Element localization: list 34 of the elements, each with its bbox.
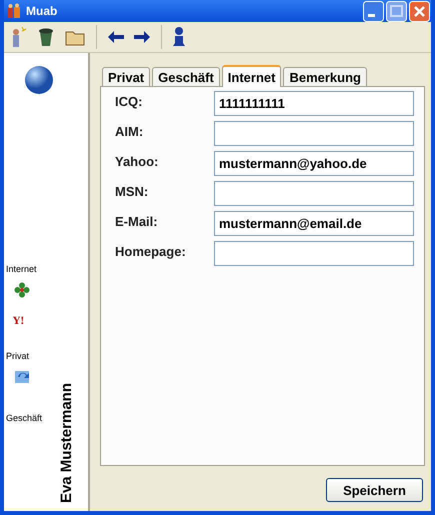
flower-icon[interactable] (14, 282, 30, 298)
field-label: Yahoo: (115, 153, 160, 169)
contact-name: Eva Mustermann (58, 382, 75, 503)
input-field[interactable]: mustermann@email.de (214, 211, 414, 236)
input-field[interactable] (214, 121, 414, 146)
field-label: MSN: (115, 183, 150, 199)
sidebar-label: Internet (6, 264, 37, 274)
field-label: Homepage: (115, 243, 187, 259)
sidebar-label: Privat (6, 351, 30, 361)
maximize-icon[interactable] (386, 0, 407, 22)
input-field[interactable] (214, 181, 414, 206)
tab[interactable]: Internet (222, 65, 282, 87)
minimize-icon[interactable] (363, 0, 384, 22)
trash-icon[interactable] (36, 26, 56, 48)
window-title: Muab (26, 4, 58, 18)
close-icon[interactable] (409, 0, 430, 22)
save-button[interactable]: Speichern (326, 478, 423, 502)
tab[interactable]: Geschäft (152, 67, 220, 86)
field-label: E-Mail: (115, 213, 159, 229)
person-icon[interactable] (172, 26, 186, 48)
sidebar-label: Geschäft (6, 413, 42, 423)
input-field[interactable] (214, 241, 414, 266)
tab[interactable]: Bemerkung (283, 67, 367, 86)
forward-arrow-icon[interactable] (133, 30, 151, 44)
sync-icon[interactable] (14, 369, 32, 385)
input-field[interactable]: 1111111111 (214, 91, 414, 116)
back-arrow-icon[interactable] (107, 30, 125, 44)
input-field[interactable]: mustermann@yahoo.de (214, 151, 414, 176)
globe-icon[interactable] (24, 65, 54, 95)
tab[interactable]: Privat (102, 67, 150, 86)
people-icon (6, 3, 22, 19)
field-label: ICQ: (115, 93, 144, 109)
field-label: AIM: (115, 123, 144, 139)
yahoo-logo[interactable]: Y! (13, 316, 25, 327)
